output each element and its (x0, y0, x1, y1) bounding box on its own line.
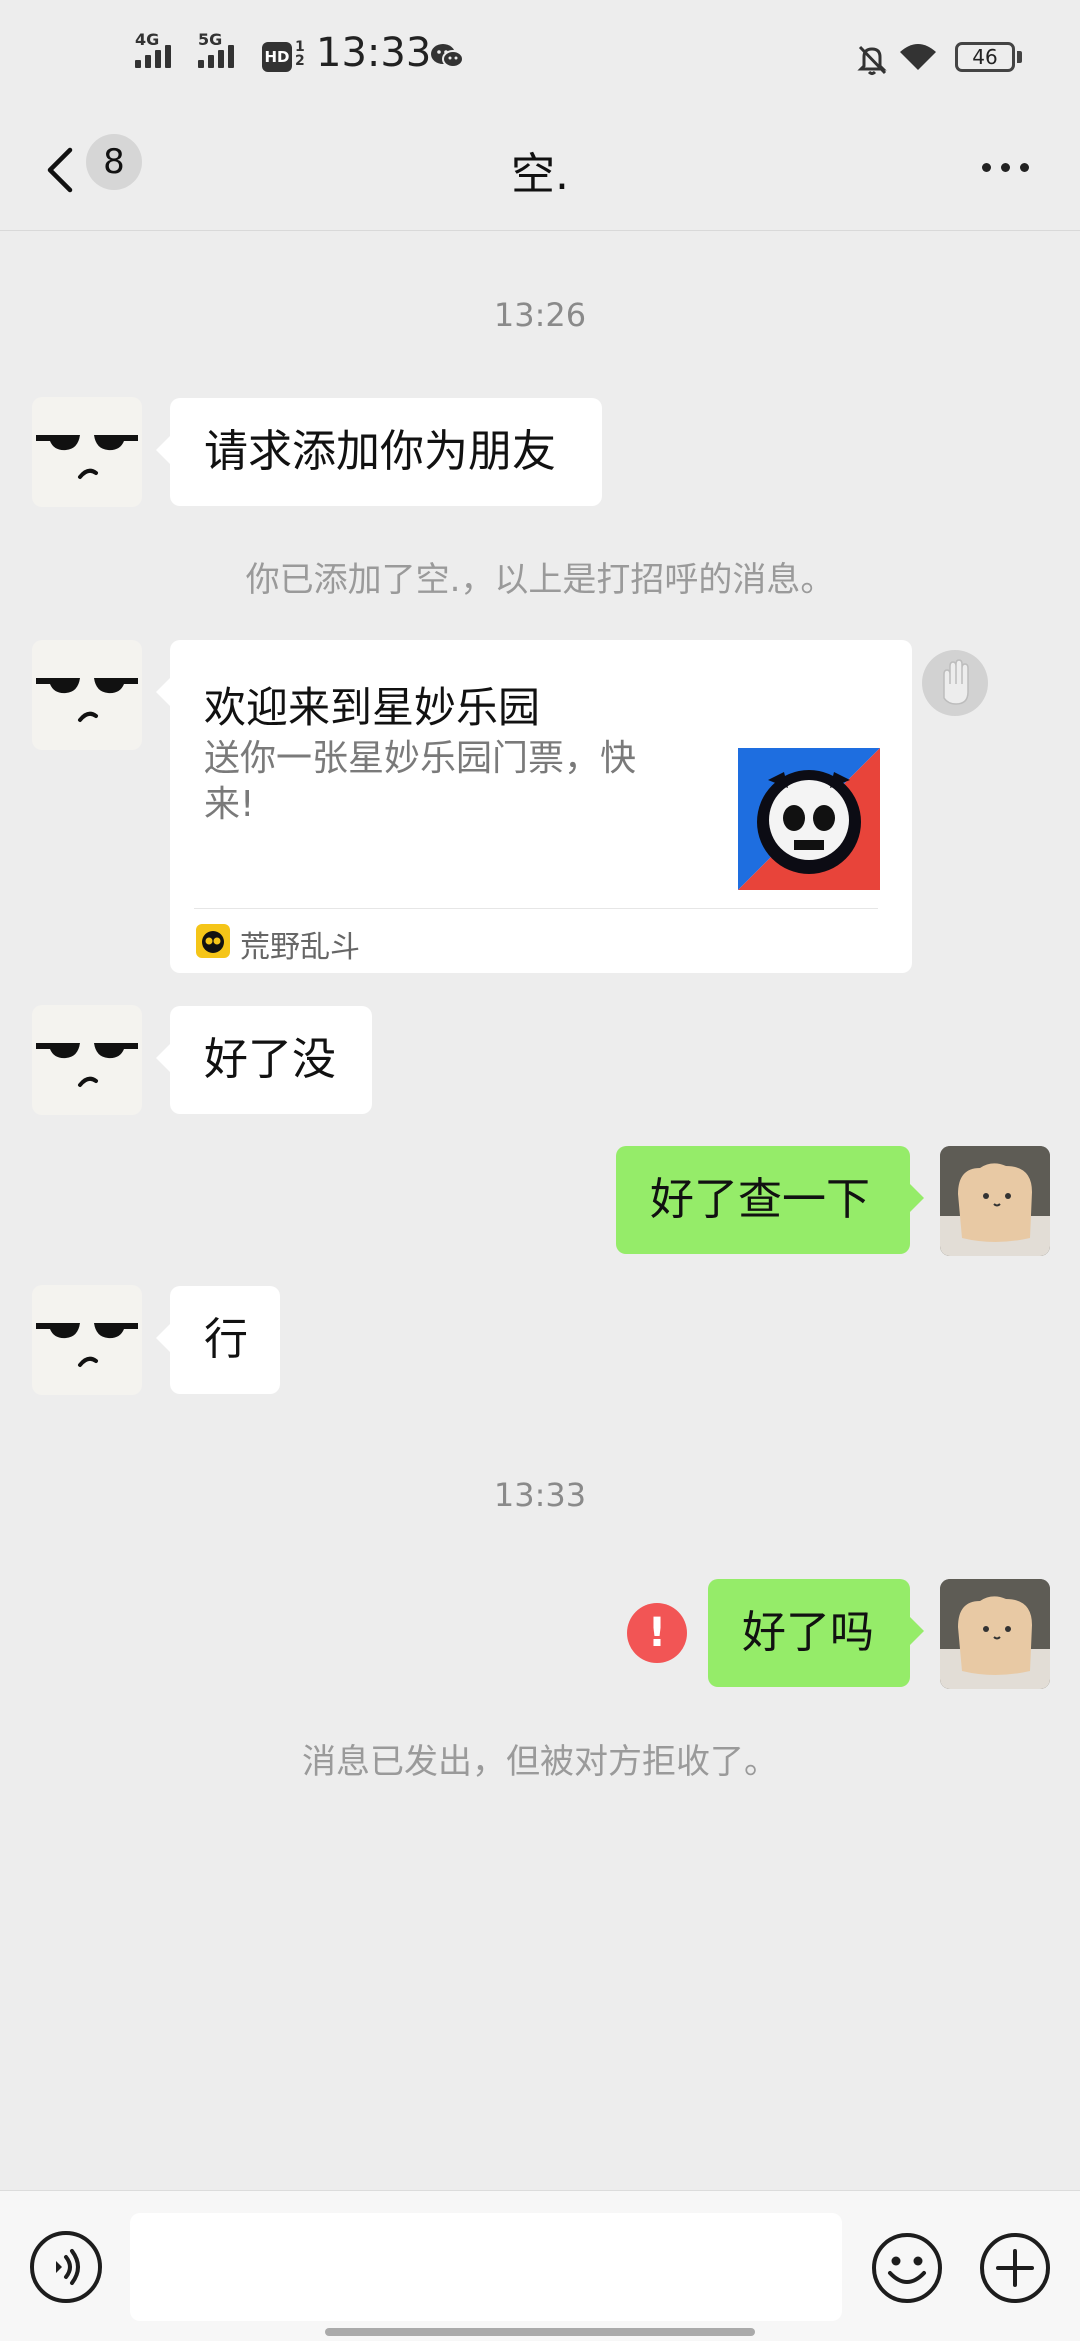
system-note: 你已添加了空.，以上是打招呼的消息。 (245, 560, 835, 600)
sunglasses-face-icon (36, 435, 138, 479)
message-bubble[interactable]: 行 (156, 1286, 280, 1394)
toast-plush-image (940, 1146, 1050, 1256)
wifi-icon (900, 44, 936, 70)
contact-avatar[interactable] (32, 1005, 142, 1115)
toast-plush-image (940, 1579, 1050, 1689)
card-source: 荒野乱斗 (240, 930, 360, 965)
message-bubble[interactable]: 好了没 (156, 1006, 372, 1114)
card-description: 送你一张星妙乐园门票，快来! (204, 738, 637, 825)
contact-avatar[interactable] (32, 397, 142, 507)
message-input[interactable] (130, 2213, 842, 2321)
card-title: 欢迎来到星妙乐园 (204, 683, 541, 732)
message-bubble-outgoing[interactable]: 好了吗 (708, 1579, 924, 1687)
sunglasses-face-icon (36, 1043, 138, 1087)
sim2-label: 5G (198, 30, 223, 49)
voice-icon[interactable] (30, 2231, 102, 2303)
system-note: 消息已发出，但被对方拒收了。 (302, 1742, 778, 1782)
emoji-icon[interactable] (870, 2231, 944, 2305)
status-time: 13:33 (316, 30, 432, 76)
contact-avatar[interactable] (32, 1285, 142, 1395)
home-indicator[interactable] (325, 2328, 755, 2336)
battery-tip (1017, 51, 1022, 63)
hd-sub-label: 1 2 (295, 39, 305, 69)
status-bar: 4G 5G HD 1 2 13:33 46 (0, 0, 1080, 110)
wechat-icon (431, 44, 464, 68)
game-thumbnail-image (738, 748, 880, 890)
card-divider (194, 908, 878, 909)
message-bubble-outgoing[interactable]: 好了查一下 (616, 1146, 924, 1254)
sunglasses-face-icon (36, 678, 138, 722)
input-bar (0, 2190, 1080, 2341)
my-avatar[interactable] (940, 1146, 1050, 1256)
signal-sim1-icon: 4G (135, 30, 171, 68)
my-avatar[interactable] (940, 1579, 1050, 1689)
timestamp: 13:26 (493, 296, 587, 334)
pat-hand-icon[interactable] (922, 650, 988, 716)
sunglasses-face-icon (36, 1323, 138, 1367)
bell-off-icon (857, 45, 887, 75)
mini-program-card[interactable]: 欢迎来到星妙乐园 送你一张星妙乐园门票，快来! 荒野乱斗 (156, 640, 912, 973)
game-app-icon (196, 924, 230, 958)
hd-badge: HD (262, 42, 292, 72)
chat-title: 空. (511, 149, 569, 200)
timestamp: 13:33 (493, 1476, 587, 1514)
contact-avatar[interactable] (32, 640, 142, 750)
more-icon[interactable] (975, 160, 1035, 174)
message-bubble[interactable]: 请求添加你为朋友 (156, 398, 602, 506)
sim1-label: 4G (135, 30, 160, 49)
plus-icon[interactable] (978, 2231, 1052, 2305)
error-icon[interactable]: ! (627, 1603, 687, 1663)
battery-indicator: 46 (955, 42, 1015, 72)
signal-sim2-icon: 5G (198, 30, 234, 68)
